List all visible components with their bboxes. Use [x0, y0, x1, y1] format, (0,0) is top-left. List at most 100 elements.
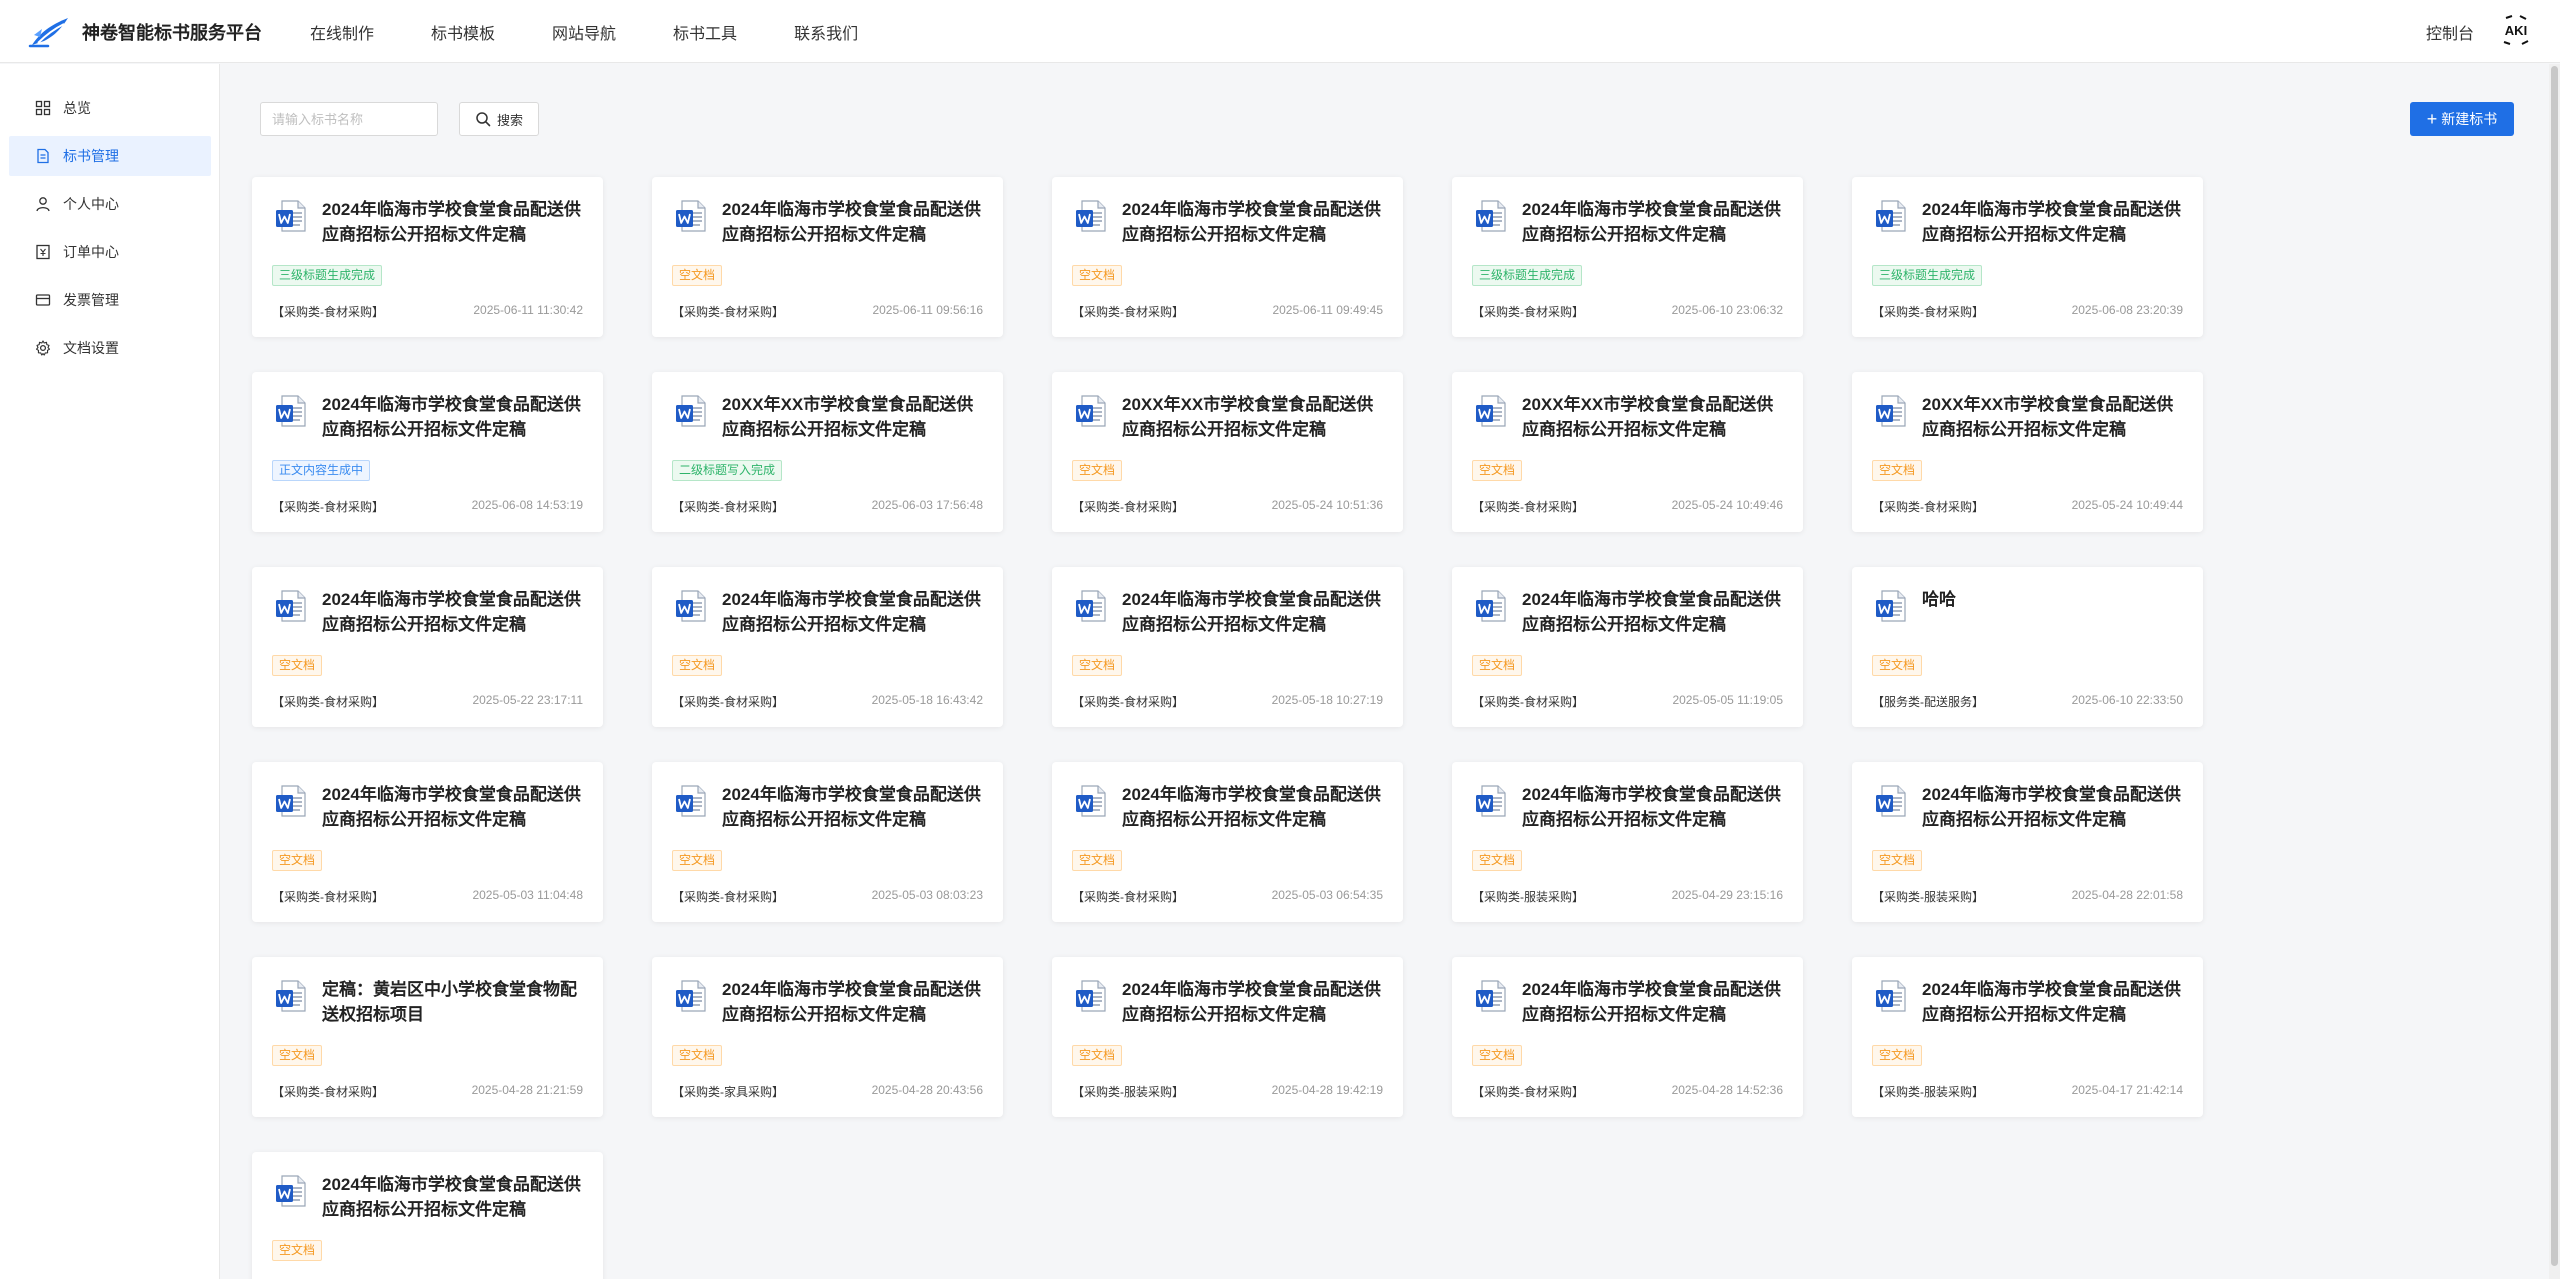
card-timestamp: 2025-06-03 17:56:48: [871, 498, 983, 512]
bid-card[interactable]: 2024年临海市学校食堂食品配送供应商招标公开招标文件定稿 空文档 【采购类-服…: [1452, 762, 1803, 922]
bid-card[interactable]: 2024年临海市学校食堂食品配送供应商招标公开招标文件定稿 空文档 【采购类-家…: [652, 957, 1003, 1117]
bid-card[interactable]: 20XX年XX市学校食堂食品配送供应商招标公开招标文件定稿 空文档 【采购类-食…: [1052, 372, 1403, 532]
bid-card[interactable]: 2024年临海市学校食堂食品配送供应商招标公开招标文件定稿 空文档 【采购类-食…: [1052, 567, 1403, 727]
nav-templates[interactable]: 标书模板: [431, 20, 495, 44]
gear-icon: [35, 340, 51, 356]
bid-card[interactable]: 2024年临海市学校食堂食品配送供应商招标公开招标文件定稿 空文档 【采购类-服…: [1852, 762, 2203, 922]
card-category: 【采购类-食材采购】: [672, 305, 784, 319]
card-category: 【采购类-服装采购】: [1072, 1085, 1184, 1099]
bid-card[interactable]: 2024年临海市学校食堂食品配送供应商招标公开招标文件定稿 空文档 【采购类-食…: [252, 567, 603, 727]
bid-card[interactable]: 2024年临海市学校食堂食品配送供应商招标公开招标文件定稿 空文档 【采购类-食…: [1452, 567, 1803, 727]
status-badge: 空文档: [1472, 655, 1523, 676]
status-badge: 空文档: [272, 850, 323, 871]
status-badge: 空文档: [1072, 655, 1123, 676]
search-input[interactable]: [260, 102, 438, 136]
sidebar-item-bid-management[interactable]: 标书管理: [9, 136, 211, 176]
scrollbar-thumb[interactable]: [2551, 66, 2558, 1266]
word-doc-icon: [1076, 980, 1106, 1012]
card-title: 2024年临海市学校食堂食品配送供应商招标公开招标文件定稿: [322, 785, 581, 829]
card-title: 2024年临海市学校食堂食品配送供应商招标公开招标文件定稿: [722, 785, 981, 829]
status-badge: 空文档: [1472, 850, 1523, 871]
brand[interactable]: 神卷智能标书服务平台: [28, 14, 262, 50]
status-badge: 空文档: [1472, 1045, 1523, 1066]
new-bid-button-label: 新建标书: [2441, 111, 2498, 127]
sidebar-item-overview[interactable]: 总览: [9, 88, 211, 128]
top-nav: 在线制作 标书模板 网站导航 标书工具 联系我们: [310, 0, 915, 63]
card-category: 【采购类-食材采购】: [1472, 1085, 1584, 1099]
bid-card[interactable]: 2024年临海市学校食堂食品配送供应商招标公开招标文件定稿 三级标题生成完成 【…: [1852, 177, 2203, 337]
nav-site-navigation[interactable]: 网站导航: [552, 20, 616, 44]
bid-card[interactable]: 2024年临海市学校食堂食品配送供应商招标公开招标文件定稿 空文档 【采购类-食…: [1052, 762, 1403, 922]
bid-card[interactable]: 哈哈 空文档 【服务类-配送服务】 2025-06-10 22:33:50: [1852, 567, 2203, 727]
card-category: 【采购类-食材采购】: [1872, 305, 1984, 319]
bid-card[interactable]: 定稿：黄岩区中小学校食堂食物配送权招标项目 空文档 【采购类-食材采购】 202…: [252, 957, 603, 1117]
card-category: 【服务类-配送服务】: [1872, 695, 1984, 709]
card-category: 【采购类-食材采购】: [1472, 305, 1584, 319]
console-link[interactable]: 控制台: [2426, 20, 2474, 44]
status-badge: 空文档: [672, 1045, 723, 1066]
sidebar-item-label: 订单中心: [63, 244, 119, 260]
card-category: 【采购类-食材采购】: [1072, 305, 1184, 319]
bid-card[interactable]: 2024年临海市学校食堂食品配送供应商招标公开招标文件定稿 空文档 【采购类-食…: [652, 762, 1003, 922]
card-title: 2024年临海市学校食堂食品配送供应商招标公开招标文件定稿: [722, 200, 981, 244]
status-badge: 空文档: [1872, 850, 1923, 871]
bid-card[interactable]: 2024年临海市学校食堂食品配送供应商招标公开招标文件定稿 空文档 【采购类-服…: [1052, 957, 1403, 1117]
card-timestamp: 2025-06-11 09:56:16: [872, 303, 983, 317]
card-timestamp: 2025-05-05 11:19:05: [1672, 693, 1783, 707]
bid-card[interactable]: 2024年临海市学校食堂食品配送供应商招标公开招标文件定稿 三级标题生成完成 【…: [1452, 177, 1803, 337]
brand-name: 神卷智能标书服务平台: [82, 23, 262, 43]
card-title: 20XX年XX市学校食堂食品配送供应商招标公开招标文件定稿: [1522, 395, 1774, 439]
sidebar-item-doc-settings[interactable]: 文档设置: [9, 328, 211, 368]
bid-card[interactable]: 20XX年XX市学校食堂食品配送供应商招标公开招标文件定稿 二级标题写入完成 【…: [652, 372, 1003, 532]
card-title: 2024年临海市学校食堂食品配送供应商招标公开招标文件定稿: [1922, 785, 2181, 829]
sidebar-item-order-center[interactable]: 订单中心: [9, 232, 211, 272]
status-badge: 空文档: [1072, 265, 1123, 286]
word-doc-icon: [1876, 590, 1906, 622]
status-badge: 空文档: [1472, 460, 1523, 481]
card-title: 2024年临海市学校食堂食品配送供应商招标公开招标文件定稿: [322, 200, 581, 244]
word-doc-icon: [276, 785, 306, 817]
new-bid-button[interactable]: + 新建标书: [2410, 102, 2514, 136]
word-doc-icon: [1076, 200, 1106, 232]
bid-card[interactable]: 2024年临海市学校食堂食品配送供应商招标公开招标文件定稿 空文档 【采购类-食…: [1052, 177, 1403, 337]
bid-card[interactable]: 20XX年XX市学校食堂食品配送供应商招标公开招标文件定稿 空文档 【采购类-食…: [1852, 372, 2203, 532]
scrollbar[interactable]: [2549, 64, 2560, 1279]
nav-online-make[interactable]: 在线制作: [310, 20, 374, 44]
bid-card[interactable]: 2024年临海市学校食堂食品配送供应商招标公开招标文件定稿 空文档 【采购类-食…: [1452, 957, 1803, 1117]
word-doc-icon: [1476, 395, 1506, 427]
nav-tools[interactable]: 标书工具: [673, 20, 737, 44]
word-doc-icon: [1476, 200, 1506, 232]
card-category: 【采购类-食材采购】: [672, 890, 784, 904]
bid-card[interactable]: 2024年临海市学校食堂食品配送供应商招标公开招标文件定稿 三级标题生成完成 【…: [252, 177, 603, 337]
bid-card[interactable]: 2024年临海市学校食堂食品配送供应商招标公开招标文件定稿 空文档 【采购类-食…: [652, 177, 1003, 337]
word-doc-icon: [276, 590, 306, 622]
card-timestamp: 2025-05-18 16:43:42: [871, 693, 983, 707]
card-timestamp: 2025-06-08 23:20:39: [2071, 303, 2183, 317]
search-button[interactable]: 搜索: [459, 102, 539, 136]
sidebar-item-invoice[interactable]: 发票管理: [9, 280, 211, 320]
bid-card[interactable]: 2024年临海市学校食堂食品配送供应商招标公开招标文件定稿 空文档 【采购类-食…: [652, 567, 1003, 727]
card-timestamp: 2025-05-03 11:04:48: [472, 888, 583, 902]
avatar[interactable]: AKI: [2496, 10, 2536, 50]
nav-contact[interactable]: 联系我们: [794, 20, 858, 44]
bid-card[interactable]: 2024年临海市学校食堂食品配送供应商招标公开招标文件定稿 正文内容生成中 【采…: [252, 372, 603, 532]
sidebar-item-personal-center[interactable]: 个人中心: [9, 184, 211, 224]
status-badge: 空文档: [672, 655, 723, 676]
card-timestamp: 2025-04-28 14:52:36: [1671, 1083, 1783, 1097]
word-doc-icon: [276, 1175, 306, 1207]
card-title: 哈哈: [1922, 590, 1956, 609]
bid-card[interactable]: 2024年临海市学校食堂食品配送供应商招标公开招标文件定稿 空文档 【采购类-服…: [1852, 957, 2203, 1117]
grid-icon: [35, 100, 51, 116]
card-timestamp: 2025-05-24 10:51:36: [1271, 498, 1383, 512]
bid-card[interactable]: 2024年临海市学校食堂食品配送供应商招标公开招标文件定稿 空文档 【采购类-食…: [252, 762, 603, 922]
avatar-text: AKI: [2505, 23, 2527, 38]
card-title: 2024年临海市学校食堂食品配送供应商招标公开招标文件定稿: [722, 590, 981, 634]
status-badge: 空文档: [1872, 1045, 1923, 1066]
brand-logo-icon: [28, 18, 68, 48]
bid-card[interactable]: 2024年临海市学校食堂食品配送供应商招标公开招标文件定稿 空文档 【采购类-服…: [252, 1152, 603, 1279]
card-timestamp: 2025-04-17 21:42:14: [2071, 1083, 2183, 1097]
status-badge: 二级标题写入完成: [672, 460, 783, 481]
bid-card[interactable]: 20XX年XX市学校食堂食品配送供应商招标公开招标文件定稿 空文档 【采购类-食…: [1452, 372, 1803, 532]
card-title: 2024年临海市学校食堂食品配送供应商招标公开招标文件定稿: [1122, 980, 1381, 1024]
status-badge: 三级标题生成完成: [1872, 265, 1983, 286]
